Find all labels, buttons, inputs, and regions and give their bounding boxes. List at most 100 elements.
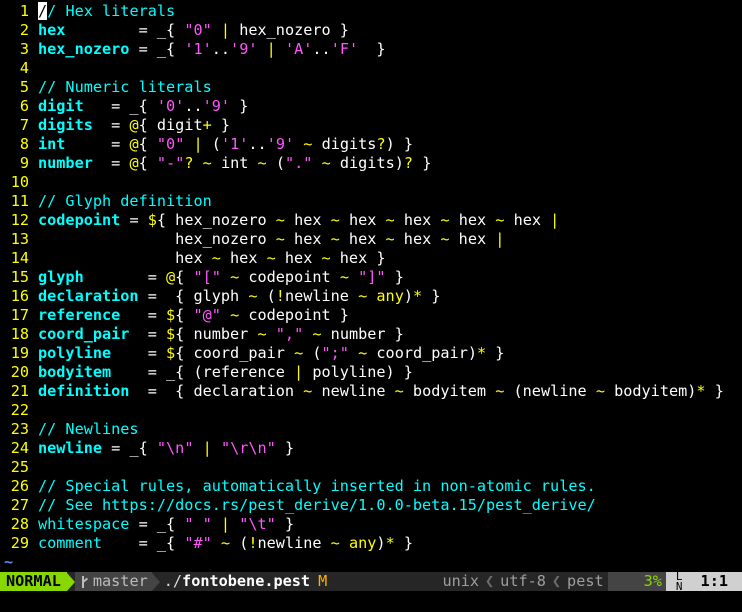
code-token: @ (129, 154, 139, 172)
code-token: ";" (321, 344, 349, 362)
code-token: { hex_nozero (156, 211, 276, 229)
code-token: ~ (275, 230, 285, 248)
line-number: 10 (10, 173, 29, 191)
code-token: hex_nozero (38, 230, 276, 248)
code-token: ~ (321, 249, 331, 267)
code-line: 2 hex = _{ "0" | hex_nozero } (0, 21, 742, 40)
code-token: ( (202, 135, 221, 153)
code-token: "0" (156, 135, 185, 153)
code-token: ~ (358, 344, 368, 362)
code-token: ! (248, 534, 258, 552)
code-token: polyline (38, 344, 112, 362)
code-token: definition (38, 382, 130, 400)
code-token: ( (266, 154, 285, 172)
code-token: ~ (257, 154, 267, 172)
code-token: number (38, 154, 93, 172)
code-editor[interactable]: 1 // Hex literals 2 hex = _{ "0" | hex_noze… (0, 2, 742, 553)
line-number: 14 (10, 249, 29, 267)
code-line: 29 comment = _{ "#" ~ (!newline ~ any)* } (0, 534, 742, 553)
code-token: ~ (220, 534, 231, 552)
code-token: '0' (156, 97, 185, 115)
code-token: | (495, 230, 505, 248)
code-token: = _{ (83, 97, 157, 115)
code-line: 27 // See https://docs.rs/pest_derive/1.0… (0, 496, 742, 515)
code-token: newline (38, 439, 103, 457)
code-token: ~ (495, 382, 505, 400)
code-token: } (422, 287, 441, 305)
line-code: // Special rules, automatically inserted… (38, 477, 596, 495)
mode-indicator: NORMAL (0, 572, 67, 591)
line-code: digits = @{ digit+ } (38, 116, 230, 134)
line-code: number = @{ "-"? ~ int ~ ("." ~ digits)?… (38, 154, 431, 172)
line-number: 25 (10, 458, 29, 476)
cursor-line: 1 (700, 572, 710, 590)
line-number: 27 (10, 496, 29, 514)
code-token: @ (129, 135, 139, 153)
code-line: 24 newline = _{ "\n" | "\r\n" } (0, 439, 742, 458)
code-token: } (211, 116, 231, 134)
code-token: { number (175, 325, 258, 343)
code-token: ~ (595, 382, 605, 400)
scroll-percent: 3% (607, 572, 666, 591)
code-token: ~ (330, 230, 340, 248)
code-token: number } (321, 325, 404, 343)
branch-name: master (92, 572, 148, 590)
code-line: 5 // Numeric literals (0, 78, 742, 97)
code-token: ~ (385, 230, 395, 248)
code-line: 9 number = @{ "-"? ~ int ~ ("." ~ digits)… (0, 154, 742, 173)
code-token: = (65, 21, 157, 39)
code-token: hex (339, 211, 386, 229)
code-token: * (477, 344, 487, 362)
code-token: "0" (184, 21, 212, 39)
line-number: 16 (10, 287, 29, 305)
code-token: } (358, 40, 386, 58)
line-code: glyph = @{ "[" ~ codepoint ~ "]" } (38, 268, 404, 286)
line-number: 5 (19, 78, 29, 96)
code-line: 1 // Hex literals (0, 2, 742, 21)
code-token: bodyitem (38, 363, 112, 381)
code-token: // Glyph definition (38, 192, 212, 210)
code-token: | (550, 211, 560, 229)
code-line: 14 hex ~ hex ~ hex ~ hex } (0, 249, 742, 268)
code-token: whitespace (38, 515, 130, 533)
command-line[interactable] (0, 591, 742, 612)
code-token: { coord_pair (175, 344, 295, 362)
code-token: '1' (220, 135, 249, 153)
code-token: + (202, 116, 212, 134)
code-token: } (705, 382, 724, 400)
code-token: = (129, 325, 167, 343)
code-token: ~ (440, 211, 450, 229)
code-token: ~ (230, 306, 240, 324)
code-token: } (413, 154, 432, 172)
line-code: coord_pair = ${ number ~ "," ~ number } (38, 325, 404, 343)
code-line: 19 polyline = ${ coord_pair ~ (";" ~ coor… (0, 344, 742, 363)
git-branch-icon (79, 575, 89, 589)
code-token: '9' (266, 135, 295, 153)
code-token: .. (248, 135, 267, 153)
code-line: 26 // Special rules, automatically insert… (0, 477, 742, 496)
line-number: 18 (10, 325, 29, 343)
code-token: // Numeric literals (38, 78, 212, 96)
code-line: 16 declaration = { glyph ~ (!newline ~ an… (0, 287, 742, 306)
line-code: bodyitem = _{ (reference | polyline) } (38, 363, 413, 381)
code-token: = (92, 154, 130, 172)
code-token: " " (184, 515, 212, 533)
line-number: 21 (10, 382, 29, 400)
code-token: 'A' (284, 40, 313, 58)
code-token: // Newlines (38, 420, 139, 438)
code-token: } (385, 268, 404, 286)
code-line: 21 definition = { declaration ~ newline ~… (0, 382, 742, 401)
code-token: "@" (193, 306, 221, 324)
